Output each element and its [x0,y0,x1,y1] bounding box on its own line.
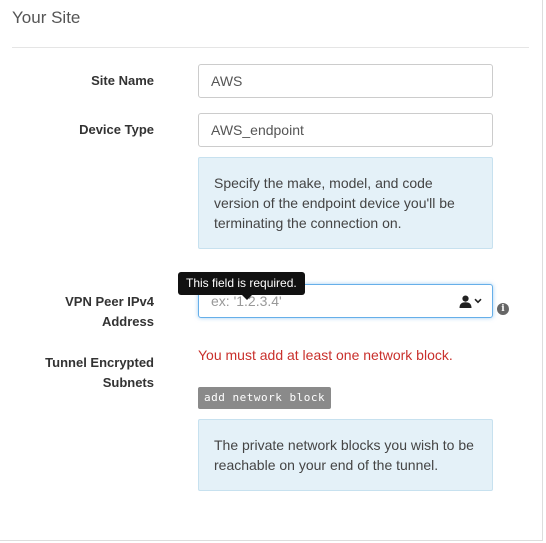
tooltip-arrow [242,295,252,300]
tunnel-subnets-label-line2: Subnets [102,375,154,390]
device-type-label: Device Type [79,122,154,137]
site-panel: Your Site Site Name AWS Device Type AWS_… [0,0,543,541]
section-divider [12,47,529,48]
site-name-input[interactable]: AWS [198,64,493,98]
user-icon [459,295,472,308]
vpn-peer-label-line2: Address [101,314,154,329]
vpn-peer-label-line1: VPN Peer IPv4 [65,294,154,309]
section-title: Your Site [12,8,81,27]
device-type-value: AWS_endpoint [211,122,304,138]
add-network-block-button[interactable]: add network block [198,387,332,409]
subnets-help: The private network blocks you wish to b… [198,419,493,491]
tunnel-subnets-label-line1: Tunnel Encrypted [45,355,154,370]
vpn-peer-label: VPN Peer IPv4 Address [65,292,154,332]
site-name-value: AWS [211,73,243,89]
tunnel-subnets-label: Tunnel Encrypted Subnets [45,353,154,393]
site-name-label: Site Name [91,73,154,88]
user-dropdown-toggle[interactable] [459,292,482,310]
info-icon[interactable]: i [497,303,509,315]
chevron-down-icon [474,298,482,304]
device-type-help: Specify the make, model, and code versio… [198,157,493,249]
required-tooltip: This field is required. [178,272,305,295]
subnets-error-message: You must add at least one network block. [198,347,453,363]
device-type-input[interactable]: AWS_endpoint [198,113,493,147]
